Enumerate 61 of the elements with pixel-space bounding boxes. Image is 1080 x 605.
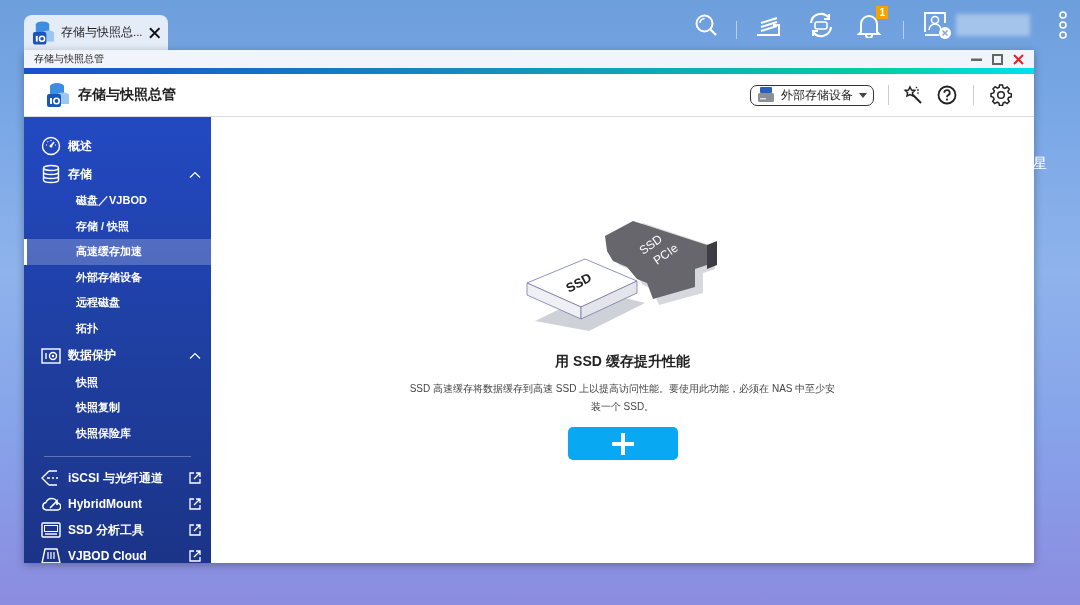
sidebar-item[interactable]: 快照复制 [24,395,211,421]
chevron-icon[interactable] [189,352,201,360]
link-label: VJBOD Cloud [68,549,148,563]
device-dropdown[interactable]: 外部存储设备 [750,84,874,106]
external-link-icon [189,550,201,563]
ssd-label: SSD [562,269,594,296]
app-icon [32,19,55,46]
link-label: SSD 分析工具 [68,521,145,539]
sidebar-item[interactable]: 快照保险库 [24,420,211,447]
magic-wand-icon[interactable] [903,85,923,105]
camera-box-icon [41,346,61,365]
sidebar-item[interactable]: 拓扑 [24,315,211,342]
user-icon[interactable] [922,10,952,40]
link-label: iSCSI 与光纤通道 [68,469,164,487]
connector-icon [41,469,61,488]
window-title: 存储与快照总管 [34,52,105,66]
sync-icon[interactable] [807,11,835,39]
section-label: 概述 [68,137,93,155]
bell-icon[interactable] [857,12,881,38]
sidebar-item[interactable]: 高速缓存加速 [24,239,211,265]
notification-badge: 1 [876,6,888,19]
ssd-icon [41,522,61,539]
sidebar-item[interactable]: 快照 [24,369,211,396]
sidebar-item[interactable]: 外部存储设备 [24,264,211,291]
sidebar-item[interactable]: 远程磁盘 [24,290,211,316]
app-tab[interactable]: 存储与快照总... [24,15,168,50]
search-icon[interactable] [694,13,718,37]
add-button[interactable] [567,427,678,460]
section-label: 存储 [68,165,93,183]
sidebar-item[interactable]: 磁盘／VJBOD [24,188,211,214]
sidebar-section[interactable]: 数据保护 [24,341,211,370]
caret-icon [859,92,867,98]
settings-icon[interactable] [990,84,1012,106]
sidebar-link[interactable]: HybridMount [24,491,211,518]
database-icon [41,164,61,184]
maximize-icon[interactable] [992,53,1003,65]
section-label: 数据保护 [68,347,117,365]
sidebar-section[interactable]: 存储 [24,160,211,188]
chevron-icon[interactable] [189,170,201,178]
help-icon[interactable] [937,85,957,105]
tab-title: 存储与快照总... [60,25,143,40]
link-label: HybridMount [68,497,143,512]
external-link-icon [189,472,201,485]
cloud-icon [41,496,61,513]
drive-icon [757,87,775,103]
external-link-icon [189,498,201,511]
sidebar-item[interactable]: 存储 / 快照 [24,213,211,240]
empty-state-description: SSD 高速缓存将数据缓存到高速 SSD 上以提高访问性能。要使用此功能，必须在 NAS 中至少安装一个 SSD。 [408,382,837,414]
sidebar-link[interactable]: iSCSI 与光纤通道 [24,465,211,492]
enclosure-icon [41,547,61,563]
sidebar-link[interactable]: SSD 分析工具 [24,517,211,544]
app-title: 存储与快照总管 [78,86,177,104]
gauge-icon [41,136,61,156]
empty-state-title: 用 SSD 缓存提升性能 [555,353,690,371]
plus-icon [611,432,634,455]
app-logo-icon [46,82,70,108]
external-link-icon [189,524,201,537]
close-icon[interactable] [148,26,160,39]
sidebar-link[interactable]: VJBOD Cloud [24,543,211,563]
sidebar-section[interactable]: 概述 [24,132,211,160]
more-icon[interactable] [1058,11,1068,39]
